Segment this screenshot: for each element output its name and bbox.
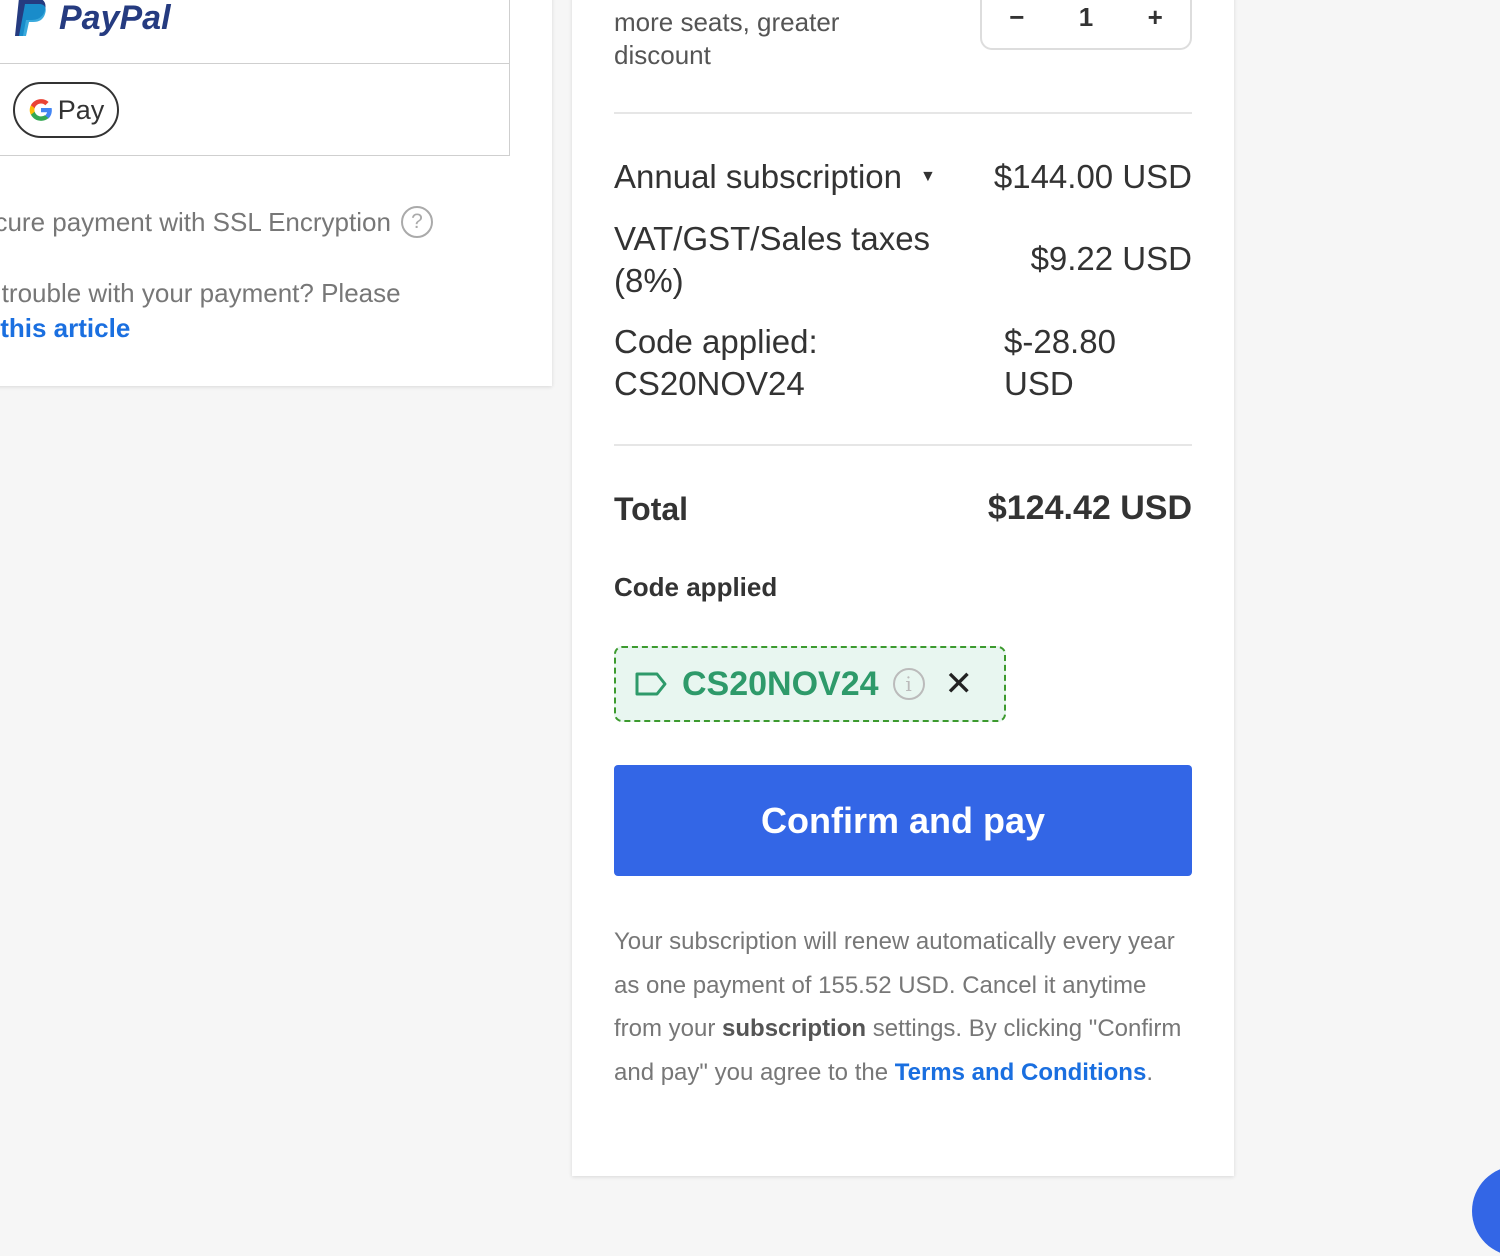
period: . bbox=[1146, 1059, 1153, 1086]
quantity-value[interactable]: 1 bbox=[1079, 2, 1093, 33]
coupon-chip: CS20NOV24 i ✕ bbox=[614, 646, 1006, 722]
terms-link[interactable]: Terms and Conditions bbox=[895, 1059, 1147, 1086]
seats-discount-text: more seats, greater discount bbox=[614, 6, 914, 72]
payment-trouble-text: g trouble with your payment? Please k th… bbox=[0, 276, 401, 346]
plan-label: Annual subscription bbox=[614, 156, 902, 198]
code-applied-heading: Code applied bbox=[614, 572, 777, 603]
paypal-logo: PayPal bbox=[13, 0, 171, 38]
subscription-bold: subscription bbox=[722, 1015, 866, 1042]
ssl-notice: ecure payment with SSL Encryption ? bbox=[0, 206, 433, 238]
paypal-p-icon bbox=[13, 0, 49, 38]
tag-icon bbox=[634, 671, 668, 697]
plan-selector[interactable]: Annual subscription ▼ bbox=[614, 156, 936, 198]
order-summary-card: more seats, greater discount − 1 + Annua… bbox=[572, 0, 1234, 1176]
paypal-wordmark: PayPal bbox=[59, 0, 171, 37]
google-pay-button[interactable]: Pay bbox=[13, 82, 119, 138]
divider bbox=[614, 112, 1192, 114]
help-icon[interactable]: ? bbox=[401, 206, 433, 238]
trouble-line: g trouble with your payment? Please bbox=[0, 276, 401, 311]
total-value: $124.42 USD bbox=[988, 489, 1192, 528]
remove-coupon-icon[interactable]: ✕ bbox=[945, 664, 974, 704]
plan-price: $144.00 USD bbox=[994, 156, 1192, 198]
payment-methods-card: PayPal Pay ecure payment with SSL Encryp… bbox=[0, 0, 552, 386]
help-article-link[interactable]: this article bbox=[0, 313, 130, 343]
divider bbox=[614, 444, 1192, 446]
google-g-icon bbox=[28, 97, 54, 123]
payment-options: PayPal Pay bbox=[0, 0, 510, 156]
paypal-option[interactable]: PayPal bbox=[0, 0, 509, 64]
tax-label: VAT/GST/Sales taxes (8%) bbox=[614, 218, 954, 302]
caret-down-icon: ▼ bbox=[920, 156, 936, 198]
discount-value: $-28.80 USD bbox=[1004, 321, 1154, 405]
tax-value: $9.22 USD bbox=[1031, 238, 1192, 280]
total-label: Total bbox=[614, 491, 688, 528]
ssl-text: ecure payment with SSL Encryption bbox=[0, 207, 391, 238]
coupon-code: CS20NOV24 bbox=[682, 665, 879, 704]
gpay-label: Pay bbox=[58, 95, 105, 126]
confirm-and-pay-button[interactable]: Confirm and pay bbox=[614, 765, 1192, 876]
chat-button[interactable] bbox=[1472, 1166, 1500, 1256]
quantity-stepper[interactable]: − 1 + bbox=[980, 0, 1192, 50]
decrement-button[interactable]: − bbox=[1009, 2, 1024, 33]
renewal-notice: Your subscription will renew automatical… bbox=[614, 920, 1194, 1094]
info-icon[interactable]: i bbox=[893, 668, 925, 700]
increment-button[interactable]: + bbox=[1148, 2, 1163, 33]
discount-label: Code applied: CS20NOV24 bbox=[614, 321, 864, 405]
